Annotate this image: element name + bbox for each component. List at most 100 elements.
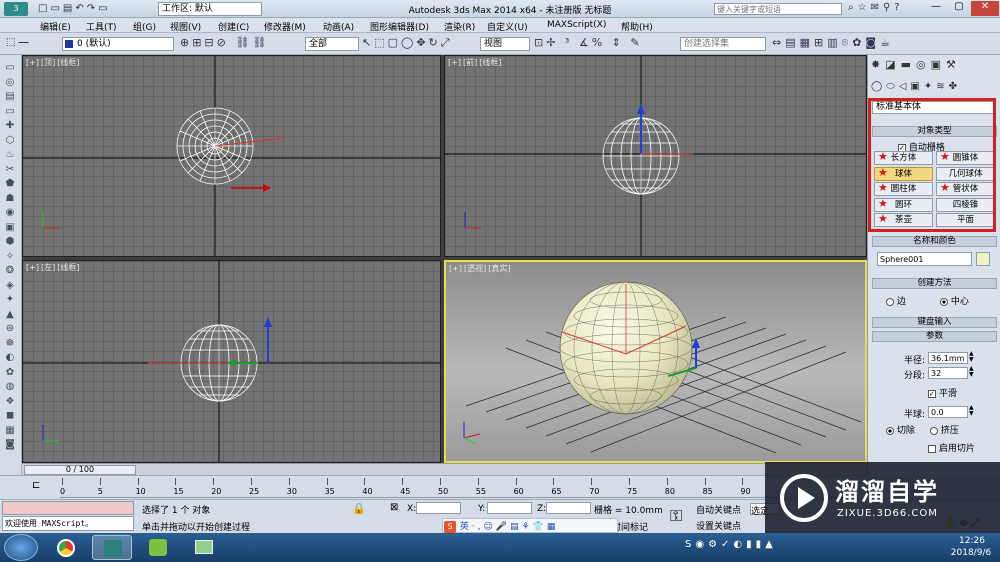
- object-color-swatch[interactable]: [976, 252, 990, 266]
- menu-item-2[interactable]: 组(G): [133, 20, 156, 33]
- key-icon[interactable]: ⚿: [670, 506, 682, 526]
- app-logo-icon[interactable]: 3: [4, 2, 28, 16]
- rollout-parameters[interactable]: 参数: [872, 331, 997, 342]
- transform-mode-icon[interactable]: ⊠: [390, 502, 398, 513]
- render-tools-icons[interactable]: ⇔▤▦⊞▥⌾✿◙☕: [772, 36, 894, 50]
- layer-tools-icons[interactable]: ⬚ ⎯⎯: [6, 37, 29, 48]
- rollout-keyboard-entry[interactable]: 键盘输入: [872, 317, 997, 328]
- menu-item-7[interactable]: 图形编辑器(D): [370, 20, 429, 33]
- segments-spinner[interactable]: [928, 367, 968, 379]
- viewport-left[interactable]: [+] [左] [线框]: [22, 260, 441, 463]
- autokey-button[interactable]: 自动关键点: [696, 503, 746, 516]
- layer-dropdown[interactable]: 0 (默认): [62, 37, 174, 51]
- watermark-name: 溜溜自学: [835, 478, 939, 506]
- maximize-button[interactable]: ▢: [948, 1, 970, 16]
- rollout-name-color[interactable]: 名称和颜色: [872, 236, 997, 247]
- ruler-tick-label: 35: [324, 487, 335, 496]
- main-toolbar: ⬚ ⎯⎯ 0 (默认) ⊕⊞⊟⊘ ⛓⛓ 全部 ↖⬚▢◯✥↻⤢ 视图 ⊡✢ ³ ∡…: [0, 33, 1000, 55]
- close-button[interactable]: ✕: [971, 1, 999, 16]
- grid-size-readout: 栅格 = 10.0mm: [594, 506, 663, 516]
- start-button[interactable]: [4, 534, 38, 561]
- ime-mode[interactable]: 英: [460, 522, 469, 532]
- ruler-tick-label: 65: [551, 487, 562, 496]
- radius-spinner[interactable]: [928, 352, 968, 364]
- menu-bar: 编辑(E) 工具(T) 组(G) 视图(V) 创建(C) 修改器(M) 动画(A) 图形编辑器…: [0, 18, 1000, 33]
- selection-filter-dropdown[interactable]: 全部: [305, 37, 359, 51]
- x-coord-input[interactable]: [416, 502, 461, 514]
- spinner-arrows-icon[interactable]: ▲ ▼: [969, 366, 974, 378]
- infocenter-icons[interactable]: ⌕☆✉⚲?: [848, 2, 918, 13]
- maxscript-listener[interactable]: 欢迎使用 MAXScript。: [2, 516, 134, 531]
- radio-squash[interactable]: 挤压: [930, 423, 959, 436]
- title-bar: 3 □▭▤↶↷▭ 工作区: 默认 Autodesk 3ds Max 2014 x…: [0, 0, 1000, 18]
- ruler-tick-label: 30: [286, 487, 297, 496]
- snap-tools-icons[interactable]: ⊡✢ ³ ∡% ⇕ ✎: [534, 36, 643, 49]
- ime-toolbar[interactable]: S 英 ·,☺🎤▤⚘👕▦: [442, 518, 618, 533]
- smooth-checkbox[interactable]: ✓ 平滑: [928, 386, 957, 399]
- menu-item-8[interactable]: 渲染(R): [444, 20, 475, 33]
- menu-item-4[interactable]: 创建(C): [218, 20, 249, 33]
- left-ribbon-toolbar[interactable]: ▭ ◎ ▤ ▭ ✚ ⬡ ♨ ✂ ⬟ ☗ ◉ ▣ ⬢ ✧ ❂ ◈ ✦ ▲ ⊛ ☸ ◐ ✿ ◍ ❖ ◼ ▦ ◙: [0, 55, 22, 475]
- y-coord-input[interactable]: [487, 502, 532, 514]
- radio-edge[interactable]: 边: [886, 294, 906, 307]
- viewport-perspective[interactable]: [+] [透视] [真实]: [444, 260, 867, 463]
- rollout-creation-method[interactable]: 创建方法: [872, 278, 997, 289]
- menu-item-10[interactable]: MAXScript(X): [547, 20, 606, 30]
- system-tray[interactable]: S◉⚙✓◐▮▮▲: [685, 539, 935, 557]
- menu-item-0[interactable]: 编辑(E): [40, 20, 71, 33]
- time-slider-thumb[interactable]: 0 / 100: [24, 465, 136, 475]
- search-input[interactable]: [714, 3, 842, 15]
- setkey-button[interactable]: 设置关键点: [696, 519, 746, 532]
- segments-label: 分段:: [904, 371, 926, 381]
- quick-access-icons[interactable]: □▭▤↶↷▭: [38, 3, 148, 15]
- ruler-tick: [364, 478, 366, 485]
- menu-item-3[interactable]: 视图(V): [170, 20, 201, 33]
- slice-checkbox[interactable]: 启用切片: [928, 441, 975, 454]
- time-slider[interactable]: 0 / 100: [22, 463, 867, 475]
- minimize-button[interactable]: —: [925, 1, 947, 16]
- named-selection-dropdown[interactable]: 创建选择集: [680, 37, 766, 51]
- ruler-tick: [742, 478, 744, 485]
- taskbar-app-icon[interactable]: [138, 535, 178, 560]
- selection-tools-icons[interactable]: ⊕⊞⊟⊘ ⛓⛓: [180, 36, 269, 49]
- z-coord-input[interactable]: [546, 502, 591, 514]
- ruler-tick: [553, 478, 555, 485]
- reference-coord-dropdown[interactable]: 视图: [480, 37, 530, 51]
- ruler-tick: [175, 478, 177, 485]
- menu-item-9[interactable]: 自定义(U): [487, 20, 528, 33]
- viewport-top[interactable]: [+] [顶] [线框]: [22, 55, 441, 257]
- clock-date[interactable]: 2018/9/6: [944, 548, 998, 558]
- rollout-title: 创建方法: [917, 278, 952, 288]
- command-panel-tabs[interactable]: ✸◪▬◎▣⚒: [871, 58, 961, 71]
- spinner-arrows-icon[interactable]: ▲ ▼: [969, 405, 974, 417]
- hemisphere-spinner[interactable]: [928, 406, 968, 418]
- taskbar-monitor-icon[interactable]: [184, 535, 224, 560]
- taskbar-3dsmax-icon[interactable]: [92, 535, 132, 560]
- radio-chop[interactable]: 切除: [886, 423, 915, 436]
- create-category-icons[interactable]: ◯⬭◁▣✦≋✤: [871, 81, 961, 92]
- clock-time[interactable]: 12:26: [950, 536, 994, 546]
- ime-tool-icons[interactable]: ·,☺🎤▤⚘👕▦: [472, 522, 559, 532]
- track-bar-menu-icon[interactable]: ⊏: [32, 480, 40, 491]
- track-ruler[interactable]: 0 5 10 15 20 25 30 35 40 45 50 55 60 65 70 75 80 85 90: [60, 478, 860, 498]
- layer-color-icon: [65, 40, 73, 48]
- ruler-tick-label: 70: [589, 487, 600, 496]
- windows-taskbar: S◉⚙✓◐▮▮▲ 12:26 2018/9/6: [0, 533, 1000, 562]
- spinner-arrows-icon[interactable]: ▲ ▼: [969, 351, 974, 363]
- menu-item-6[interactable]: 动画(A): [323, 20, 354, 33]
- object-name-input[interactable]: [877, 252, 972, 266]
- menu-item-5[interactable]: 修改器(M): [264, 20, 306, 33]
- menu-item-11[interactable]: 帮助(H): [621, 20, 653, 33]
- ruler-tick: [629, 478, 630, 485]
- ruler-tick-label: 85: [702, 487, 713, 496]
- workspace-dropdown[interactable]: 工作区: 默认: [158, 2, 262, 16]
- lock-selection-icon[interactable]: 🔒: [352, 502, 366, 515]
- maxscript-listener-top[interactable]: [2, 501, 134, 515]
- radio-center[interactable]: 中心: [940, 294, 969, 307]
- ruler-tick: [288, 478, 290, 485]
- transform-tools-icons[interactable]: ↖⬚▢◯✥↻⤢: [362, 36, 453, 50]
- viewport-front[interactable]: [+] [前] [线框]: [444, 55, 867, 257]
- track-bar[interactable]: ⊏ 0 5 10 15 20 25 30 35 40 45 50 55 60 65 70 75 80 85 90: [0, 475, 867, 499]
- menu-item-1[interactable]: 工具(T): [86, 20, 117, 33]
- taskbar-chrome-icon[interactable]: [46, 535, 86, 560]
